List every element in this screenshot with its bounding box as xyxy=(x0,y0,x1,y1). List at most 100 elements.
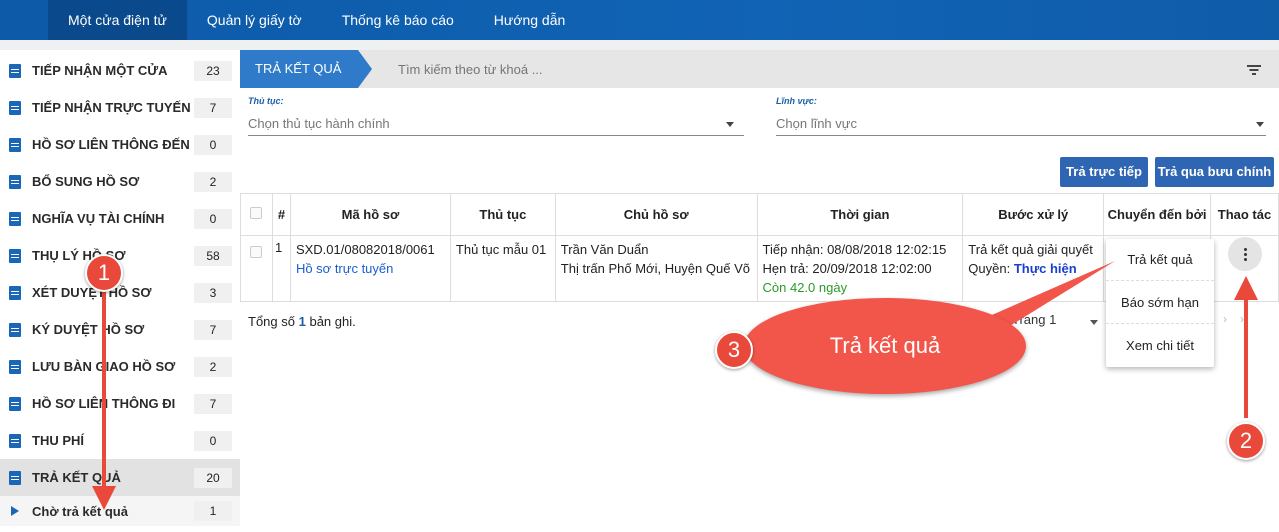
permission-value[interactable]: Thực hiện xyxy=(1014,261,1077,276)
callout-bubble: Trả kết quả xyxy=(744,298,1026,394)
nav-item-one-stop[interactable]: Một cửa điện tử xyxy=(48,0,187,40)
step-marker-3: 3 xyxy=(715,331,753,369)
column-header-index: # xyxy=(271,193,291,236)
sidebar-subitem-awaiting-return[interactable]: Chờ trả kết quả 1 xyxy=(0,496,240,526)
procedure-select-placeholder: Chọn thủ tục hành chính xyxy=(248,116,390,131)
sidebar-item-handover[interactable]: LƯU BÀN GIAO HỒ SƠ 2 xyxy=(0,348,240,385)
count-badge: 7 xyxy=(194,394,232,414)
step-marker-1: 1 xyxy=(85,254,123,292)
return-postal-button[interactable]: Trả qua bưu chính xyxy=(1155,157,1274,187)
sidebar-item-supplement[interactable]: BỔ SUNG HỒ SƠ 2 xyxy=(0,163,240,200)
sidebar-item-linked-outgoing[interactable]: HỒ SƠ LIÊN THÔNG ĐI 7 xyxy=(0,385,240,422)
document-icon xyxy=(9,100,21,115)
chevron-down-icon xyxy=(1256,122,1264,127)
row-step-cell: Trả kết quả giải quyết Quyền: Thực hiện xyxy=(962,235,1105,302)
column-header-procedure: Thủ tục xyxy=(449,193,556,236)
column-header-owner: Chủ hồ sơ xyxy=(554,193,758,236)
sidebar-item-label: THU PHÍ xyxy=(32,433,84,448)
sidebar-item-financial[interactable]: NGHĨA VỤ TÀI CHÍNH 0 xyxy=(0,200,240,237)
record-total: Tổng số 1 bản ghi. xyxy=(248,314,356,329)
top-navbar: Một cửa điện tử Quản lý giấy tờ Thống kê… xyxy=(0,0,1279,40)
sidebar-item-label: TIẾP NHẬN MỘT CỬA xyxy=(32,63,168,78)
menu-item-early-report[interactable]: Báo sớm hạn xyxy=(1106,282,1214,324)
column-header-time: Thời gian xyxy=(756,193,964,236)
nav-item-documents[interactable]: Quản lý giấy tờ xyxy=(187,0,322,40)
page-select-value: Trang 1 xyxy=(1012,312,1057,327)
chevron-down-icon xyxy=(726,122,734,127)
play-icon xyxy=(11,506,19,516)
sidebar-item-fees[interactable]: THU PHÍ 0 xyxy=(0,422,240,459)
row-owner-cell: Trần Văn Duẩn Thị trấn Phố Mới, Huyện Qu… xyxy=(554,235,758,302)
count-badge: 7 xyxy=(194,98,232,118)
remaining-time: Còn 42.0 ngày xyxy=(762,280,848,295)
menu-item-return-result[interactable]: Trả kết quả xyxy=(1106,239,1214,281)
sidebar-item-label: HỒ SƠ LIÊN THÔNG ĐẾN xyxy=(32,137,190,152)
select-all-cell xyxy=(240,193,273,236)
page-select[interactable]: Trang 1 xyxy=(1012,312,1102,332)
count-badge: 58 xyxy=(194,246,232,266)
step-name: Trả kết quả giải quyết xyxy=(968,242,1093,257)
owner-name: Trần Văn Duẩn xyxy=(560,242,649,257)
document-icon xyxy=(9,137,21,152)
field-select[interactable]: Chọn lĩnh vực xyxy=(776,114,1266,136)
record-channel-link[interactable]: Hồ sơ trực tuyến xyxy=(296,259,445,278)
document-icon xyxy=(9,63,21,78)
more-actions-icon[interactable] xyxy=(1228,237,1262,271)
count-badge: 23 xyxy=(194,61,232,81)
document-icon xyxy=(9,285,21,300)
column-header-step: Bước xử lý xyxy=(962,193,1105,236)
count-badge: 0 xyxy=(194,209,232,229)
document-icon xyxy=(9,174,21,189)
total-prefix: Tổng số xyxy=(248,314,295,329)
received-time: Tiếp nhận: 08/08/2018 12:02:15 xyxy=(762,242,947,257)
sidebar-item-label: TRẢ KẾT QUẢ xyxy=(32,470,121,485)
document-icon xyxy=(9,396,21,411)
count-badge: 7 xyxy=(194,320,232,340)
sidebar-item-online-intake[interactable]: TIẾP NHẬN TRỰC TUYẾN 7 xyxy=(0,89,240,126)
count-badge: 2 xyxy=(194,357,232,377)
sidebar-item-one-stop-intake[interactable]: TIẾP NHẬN MỘT CỬA 23 xyxy=(0,52,240,89)
step-marker-2: 2 xyxy=(1227,422,1265,460)
document-icon xyxy=(9,248,21,263)
sidebar-item-label: Chờ trả kết quả xyxy=(32,503,128,519)
sidebar-item-label: HỒ SƠ LIÊN THÔNG ĐI xyxy=(32,396,176,411)
procedure-select[interactable]: Chọn thủ tục hành chính xyxy=(248,114,744,136)
chevron-down-icon xyxy=(1090,320,1098,325)
menu-item-view-details[interactable]: Xem chi tiết xyxy=(1106,325,1214,367)
select-all-checkbox[interactable] xyxy=(250,207,263,219)
sidebar-item-sign[interactable]: KÝ DUYỆT HỒ SƠ 7 xyxy=(0,311,240,348)
count-badge: 1 xyxy=(194,501,232,521)
next-page-icon[interactable]: › xyxy=(1223,312,1227,326)
breadcrumb-current: TRẢ KẾT QUẢ xyxy=(240,50,372,88)
breadcrumb: TRẢ KẾT QUẢ xyxy=(240,50,1279,88)
field-select-placeholder: Chọn lĩnh vực xyxy=(776,116,857,131)
document-icon xyxy=(9,359,21,374)
due-time: Hẹn trả: 20/09/2018 12:02:00 xyxy=(762,261,932,276)
column-header-forwarded-by: Chuyển đến bởi xyxy=(1103,193,1211,236)
row-code-cell: SXD.01/08082018/0061 Hồ sơ trực tuyến xyxy=(289,235,451,302)
actions-menu: Trả kết quả Báo sớm hạn Xem chi tiết xyxy=(1106,239,1214,367)
row-procedure: Thủ tục mẫu 01 xyxy=(449,235,556,302)
sidebar-item-label: TIẾP NHẬN TRỰC TUYẾN xyxy=(32,100,191,115)
last-page-icon[interactable]: ›| xyxy=(1240,312,1247,326)
nav-item-reports[interactable]: Thống kê báo cáo xyxy=(322,0,474,40)
search-input[interactable] xyxy=(398,59,898,79)
column-header-code: Mã hồ sơ xyxy=(289,193,451,236)
nav-item-guide[interactable]: Hướng dẫn xyxy=(474,0,585,40)
permission-label: Quyền: xyxy=(968,261,1011,276)
row-select-cell xyxy=(240,235,273,302)
filter-icon[interactable] xyxy=(1247,64,1261,75)
sidebar-item-label: BỔ SUNG HỒ SƠ xyxy=(32,174,140,189)
count-badge: 0 xyxy=(194,135,232,155)
sidebar-item-return-results[interactable]: TRẢ KẾT QUẢ 20 xyxy=(0,459,240,496)
return-direct-button[interactable]: Trả trực tiếp xyxy=(1060,157,1148,187)
sidebar-item-linked-incoming[interactable]: HỒ SƠ LIÊN THÔNG ĐẾN 0 xyxy=(0,126,240,163)
row-checkbox[interactable] xyxy=(250,246,263,258)
count-badge: 0 xyxy=(194,431,232,451)
row-index: 1 xyxy=(271,235,291,302)
procedure-filter-label: Thủ tục: xyxy=(248,96,284,106)
sidebar-item-label: LƯU BÀN GIAO HỒ SƠ xyxy=(32,359,176,374)
total-suffix: bản ghi. xyxy=(309,314,356,329)
sidebar-item-label: NGHĨA VỤ TÀI CHÍNH xyxy=(32,211,165,226)
sidebar-item-label: KÝ DUYỆT HỒ SƠ xyxy=(32,322,145,337)
